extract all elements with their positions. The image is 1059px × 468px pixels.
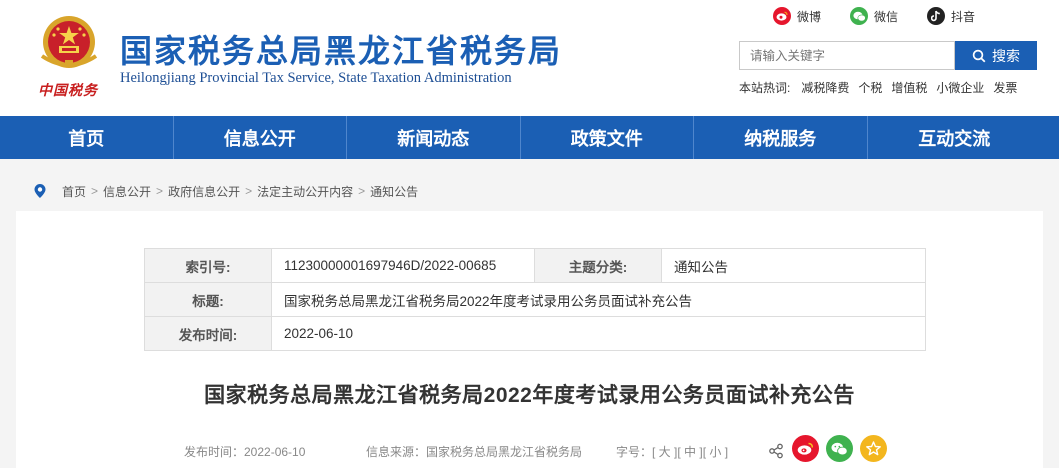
national-emblem-logo[interactable] [32, 12, 106, 76]
weixin-link[interactable]: 微信 [850, 6, 898, 26]
location-pin-icon [34, 184, 46, 198]
hotword-link[interactable]: 发票 [993, 79, 1017, 96]
table-row: 索引号: 11230000001697946D/2022-00685 主题分类:… [144, 248, 926, 283]
nav-item-tax-service[interactable]: 纳税服务 [694, 116, 868, 159]
hotword-link[interactable]: 增值税 [891, 79, 927, 96]
breadcrumb-gov-info[interactable]: 政府信息公开 [168, 183, 240, 200]
font-size-small-button[interactable]: [ 小 ] [703, 445, 728, 459]
share-wechat-button[interactable] [826, 435, 853, 462]
breadcrumb-notices[interactable]: 通知公告 [370, 183, 418, 200]
nav-item-policy[interactable]: 政策文件 [521, 116, 694, 159]
site-title[interactable]: 国家税务总局黑龙江省税务局 [120, 26, 562, 72]
font-size-large-button[interactable]: [ 大 ] [652, 445, 677, 459]
breadcrumb-home[interactable]: 首页 [62, 183, 86, 200]
douyin-link[interactable]: 抖音 [927, 6, 975, 26]
title-label: 标题: [144, 282, 272, 317]
breadcrumb-separator: > [358, 184, 366, 198]
hotword-link[interactable]: 减税降费 [801, 79, 849, 96]
search-button-label: 搜索 [992, 47, 1020, 64]
publish-date-label: 发布时间: [144, 316, 272, 351]
search-button[interactable]: 搜索 [955, 41, 1037, 70]
article-title: 国家税务总局黑龙江省税务局2022年度考试录用公务员面试补充公告 [204, 384, 855, 407]
article-info-bar: 发布时间：2022-06-10 信息来源：国家税务总局黑龙江省税务局 字号：[ … [16, 435, 1043, 462]
logo-calligraphy: 中国税务 [38, 83, 98, 99]
main-nav: 首页 信息公开 新闻动态 政策文件 纳税服务 互动交流 [0, 116, 1059, 159]
hotwords-bar: 本站热词: 减税降费 个税 增值税 小微企业 发票 [739, 79, 1026, 96]
index-value: 11230000001697946D/2022-00685 [271, 248, 535, 283]
title-value: 国家税务总局黑龙江省税务局2022年度考试录用公务员面试补充公告 [271, 282, 926, 317]
table-row: 标题: 国家税务总局黑龙江省税务局2022年度考试录用公务员面试补充公告 [144, 282, 926, 317]
document-meta-table: 索引号: 11230000001697946D/2022-00685 主题分类:… [144, 248, 926, 351]
publish-time: 发布时间：2022-06-10 [184, 445, 306, 459]
nav-item-home[interactable]: 首页 [0, 116, 174, 159]
search-icon [972, 49, 986, 62]
font-size-control: 字号：[ 大 ][ 中 ][ 小 ] [616, 443, 728, 460]
wechat-icon [850, 7, 868, 25]
site-header: 中国税务 国家税务总局黑龙江省税务局 Heilongjiang Provinci… [0, 0, 1059, 116]
hotwords-label: 本站热词: [739, 81, 791, 95]
breadcrumb-separator: > [245, 184, 253, 198]
publish-date-value: 2022-06-10 [271, 316, 926, 351]
weibo-icon [797, 442, 814, 455]
weibo-icon [773, 7, 791, 25]
weixin-label: 微信 [874, 9, 899, 24]
nav-item-interaction[interactable]: 互动交流 [868, 116, 1042, 159]
weibo-link[interactable]: 微博 [773, 6, 821, 26]
favorite-button[interactable] [860, 435, 887, 462]
content-panel: 索引号: 11230000001697946D/2022-00685 主题分类:… [16, 211, 1043, 468]
font-size-medium-button[interactable]: [ 中 ] [677, 445, 702, 459]
weibo-label: 微博 [797, 9, 822, 24]
share-icon [769, 443, 783, 459]
douyin-icon [927, 7, 945, 25]
nav-item-info-disclosure[interactable]: 信息公开 [174, 116, 347, 159]
category-label: 主题分类: [534, 248, 662, 283]
breadcrumb-separator: > [91, 184, 99, 198]
share-weibo-button[interactable] [792, 435, 819, 462]
nav-item-news[interactable]: 新闻动态 [347, 116, 521, 159]
breadcrumb: 首页 > 信息公开 > 政府信息公开 > 法定主动公开内容 > 通知公告 [33, 183, 418, 199]
info-source: 信息来源：国家税务总局黑龙江省税务局 [366, 445, 583, 459]
index-label: 索引号: [144, 248, 272, 283]
douyin-label: 抖音 [951, 9, 976, 24]
font-size-label: 字号： [616, 445, 653, 459]
breadcrumb-info-disclosure[interactable]: 信息公开 [103, 183, 151, 200]
search-input[interactable] [739, 41, 955, 70]
star-icon [866, 441, 881, 456]
table-row: 发布时间: 2022-06-10 [144, 316, 926, 351]
breadcrumb-separator: > [156, 184, 164, 198]
breadcrumb-statutory-content[interactable]: 法定主动公开内容 [257, 183, 353, 200]
hotword-link[interactable]: 个税 [858, 79, 882, 96]
hotword-link[interactable]: 小微企业 [936, 79, 984, 96]
category-value: 通知公告 [661, 248, 926, 283]
site-subtitle: Heilongjiang Provincial Tax Service, Sta… [120, 70, 512, 86]
wechat-icon [831, 442, 848, 455]
